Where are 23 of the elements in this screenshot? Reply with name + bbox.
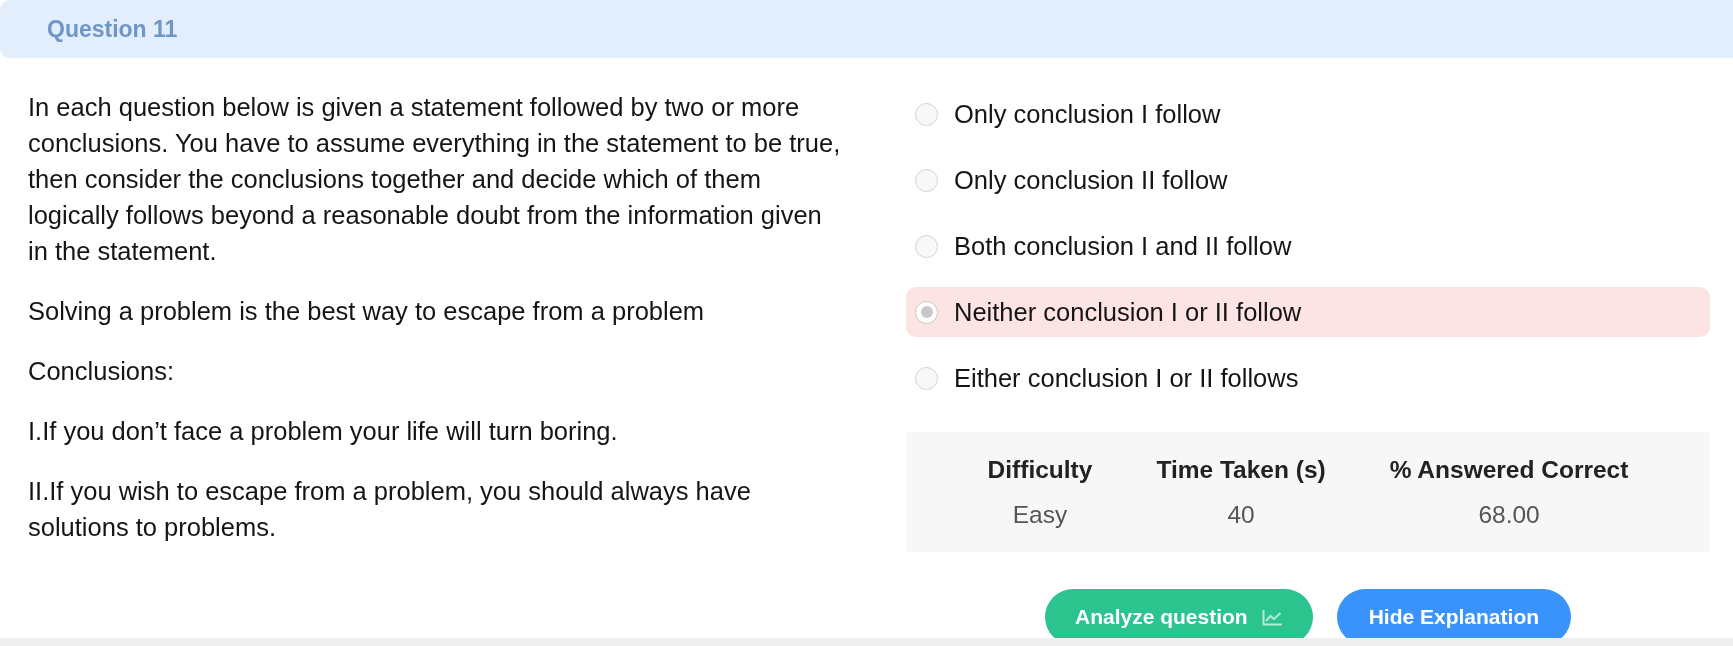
column-header: Difficulty	[986, 455, 1094, 485]
radio-button[interactable]	[915, 366, 938, 390]
statement-text: Solving a problem is the best way to escape from a problem	[28, 296, 706, 327]
table-cell-text: 68.00	[1477, 500, 1541, 530]
answer-option[interactable]: Neither conclusion I or II follow	[906, 287, 1710, 337]
answer-option[interactable]: Only conclusion II follow	[906, 155, 1710, 205]
radio-button[interactable]	[915, 168, 938, 192]
column-header: % Answered Correct	[1388, 455, 1630, 485]
conclusions-label: Conclusions:	[28, 356, 175, 387]
radio-button[interactable]	[915, 102, 938, 126]
conclusion-text: II.If you wish to escape from a problem, you should always have solutions to problems.	[28, 476, 752, 543]
answer-option[interactable]: Either conclusion I or II follows	[906, 353, 1710, 403]
answer-option[interactable]: Only conclusion I follow	[906, 89, 1710, 139]
line-chart-icon	[1261, 608, 1283, 626]
conclusion-text: I.If you don’t face a problem your life will turn boring.	[28, 416, 619, 447]
answer-option[interactable]: Both conclusion I and II follow	[906, 221, 1710, 271]
question-title: Question 11	[47, 15, 178, 43]
column-header: Time Taken (s)	[1155, 455, 1327, 485]
radio-button[interactable]	[915, 300, 938, 324]
instructions-text: In each question below is given a statement followed by two or more conclusions. You have to assume everything in the statement to be true, then consider the conclusions together and decide which of them logically follows beyond a reasonable doubt from the information given in the statement.	[28, 92, 842, 267]
table-cell-text: 40	[1226, 500, 1256, 530]
radio-button[interactable]	[915, 234, 938, 258]
table-cell-text: Easy	[1011, 500, 1069, 530]
